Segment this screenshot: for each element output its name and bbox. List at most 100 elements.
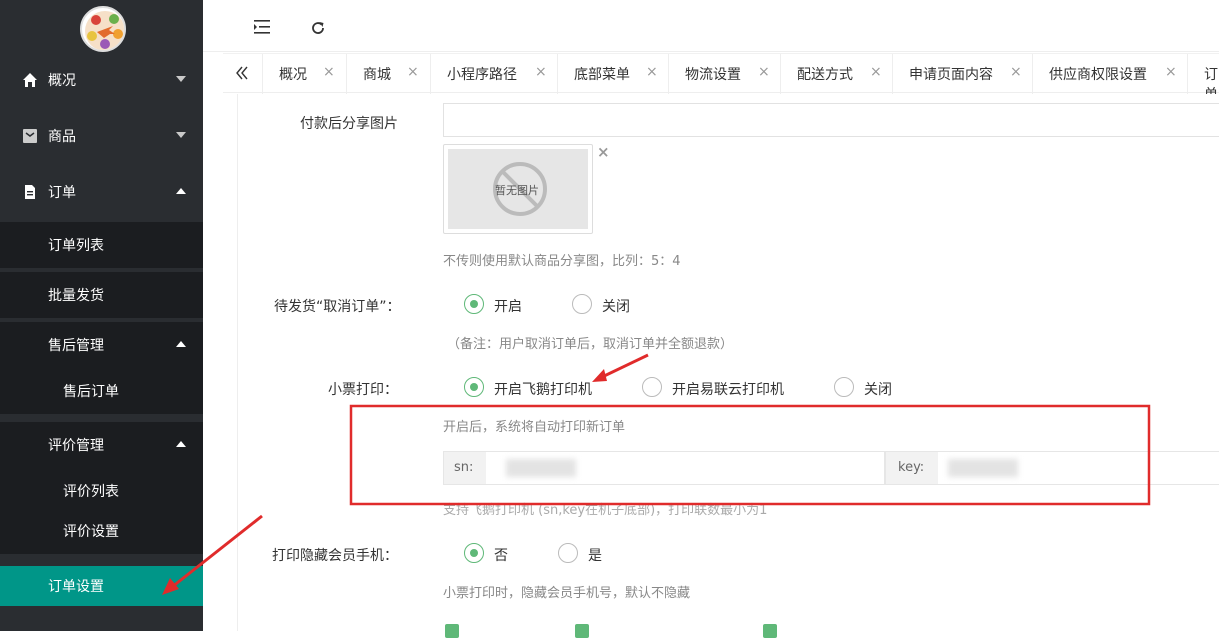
no-image-text: 暂无图片 [495,184,539,197]
chevron-up-icon [176,441,186,447]
key-label: key: [886,452,938,484]
radio-label: 是 [588,548,602,564]
sidebar-item-label: 批量发货 [48,288,104,304]
tabs-scroll-left-button[interactable] [223,54,263,94]
app-logo [80,6,126,52]
sidebar-item-label: 订单列表 [48,238,104,254]
sn-label: sn: [444,452,486,484]
sidebar-item-label: 概况 [48,73,76,89]
print-off-radio[interactable] [834,377,854,397]
tab-label: 配送方式 [797,67,853,83]
tab-overview[interactable]: 概况 × [263,54,347,94]
close-icon[interactable]: × [535,64,547,80]
share-image-preview: 暂无图片 [443,144,593,234]
chevron-down-icon [176,76,186,82]
sidebar-item-batch-ship[interactable]: 批量发货 [0,272,203,318]
chevron-down-icon [176,132,186,138]
radio-label: 关闭 [864,382,892,398]
close-icon[interactable]: × [758,64,770,80]
cancel-order-off-radio[interactable] [572,294,592,314]
tab-label: 概况 [279,67,307,83]
printer-support-hint: 支持飞鹅打印机 (sn,key在机子底部)，打印联数最小为1 [443,503,768,518]
feie-printer-radio[interactable] [464,377,484,397]
ticket-print-label: 小票打印： [328,382,398,398]
tab-label: 订单 [1204,67,1218,94]
sidebar-item-overview[interactable]: 概况 [0,52,203,108]
remove-image-icon[interactable]: × [597,143,610,161]
tab-miniprogram-path[interactable]: 小程序路径 × [431,54,558,94]
refresh-icon[interactable] [310,20,326,36]
radio-label: 开启易联云打印机 [672,382,784,398]
hide-phone-yes-radio[interactable] [558,543,578,563]
radio-label: 关闭 [602,299,630,315]
ticket-print-hint: 开启后，系统将自动打印新订单 [443,420,626,435]
document-icon [22,184,38,200]
sidebar-item-label: 售后管理 [48,338,104,354]
product-box-icon [22,128,38,144]
cancel-order-on-radio[interactable] [464,294,484,314]
sidebar-item-order-list[interactable]: 订单列表 [0,222,203,268]
cancel-order-hint: （备注：用户取消订单后，取消订单并全额退款） [447,337,734,352]
chevron-up-icon [176,188,186,194]
close-icon[interactable]: × [646,64,658,80]
sidebar-item-orders[interactable]: 订单 [0,164,203,220]
hide-phone-no-radio[interactable] [464,543,484,563]
close-icon[interactable]: × [1165,64,1177,80]
radio-label: 否 [494,548,508,564]
yilianyun-printer-radio[interactable] [642,377,662,397]
tab-label: 物流设置 [685,67,741,83]
sidebar-item-label: 订单设置 [48,579,104,595]
hide-phone-hint: 小票打印时，隐藏会员手机号，默认不隐藏 [443,586,691,601]
tab-bottom-menu[interactable]: 底部菜单 × [558,54,669,94]
sn-field[interactable]: sn: [443,451,885,485]
close-icon[interactable]: × [407,64,419,80]
hide-phone-label: 打印隐藏会员手机： [272,548,398,564]
checkbox[interactable] [763,624,777,638]
radio-label: 开启 [494,299,522,315]
tab-label: 申请页面内容 [909,67,993,83]
sidebar-item-products[interactable]: 商品 [0,108,203,164]
tab-supplier-permission[interactable]: 供应商权限设置 × [1033,54,1188,94]
sidebar-item-order-settings[interactable]: 订单设置 [0,566,203,606]
share-image-hint: 不传则使用默认商品分享图，比列：5：4 [443,254,681,269]
close-icon[interactable]: × [1010,64,1022,80]
checkbox[interactable] [445,624,459,638]
close-icon[interactable]: × [870,64,882,80]
share-image-input[interactable] [443,103,1219,137]
key-value-redacted [948,459,1018,477]
radio-label: 开启飞鹅打印机 [494,382,592,398]
sidebar-item-after-sales-order[interactable]: 售后订单 [0,368,203,414]
settings-form: 付款后分享图片 暂无图片 × 不传则使用默认商品分享图，比列：5：4 待发货“取… [237,94,1219,638]
sidebar-item-label: 售后订单 [63,384,119,400]
sidebar: 概况 商品 订单 订单列表 批量发货 售后管理 售后订单 评价管理 评价列表 评… [0,0,203,631]
tab-label: 小程序路径 [447,67,517,83]
close-icon[interactable]: × [323,64,335,80]
tab-logistics-settings[interactable]: 物流设置 × [669,54,781,94]
sidebar-item-review-management[interactable]: 评价管理 [0,422,203,468]
sn-value-redacted [506,459,576,477]
sidebar-item-label: 评价列表 [63,484,119,500]
checkbox[interactable] [575,624,589,638]
tab-application-page-content[interactable]: 申请页面内容 × [893,54,1033,94]
home-icon [22,72,38,88]
sidebar-item-after-sales[interactable]: 售后管理 [0,322,203,368]
sidebar-item-label: 评价设置 [63,524,119,540]
key-field[interactable]: key: [885,451,1219,485]
sidebar-item-review-settings[interactable]: 评价设置 [0,508,203,554]
tab-label: 供应商权限设置 [1049,67,1147,83]
tab-delivery-method[interactable]: 配送方式 × [781,54,893,94]
share-image-label: 付款后分享图片 [300,116,398,132]
menu-toggle-icon[interactable] [254,20,270,34]
tab-order[interactable]: 订单 [1188,54,1219,94]
cancel-order-label: 待发货“取消订单”： [274,299,401,315]
sidebar-item-label: 评价管理 [48,438,104,454]
sidebar-item-label: 商品 [48,129,76,145]
top-header [203,0,1219,52]
tab-label: 底部菜单 [574,67,630,83]
tab-label: 商城 [363,67,391,83]
tab-mall[interactable]: 商城 × [347,54,431,94]
tab-bar: 概况 × 商城 × 小程序路径 × 底部菜单 × 物流设置 × 配送方式 × 申请页面内容 ×… [223,53,1219,94]
double-chevron-left-icon [235,66,249,84]
sidebar-item-label: 订单 [48,185,76,201]
chevron-up-icon [176,341,186,347]
